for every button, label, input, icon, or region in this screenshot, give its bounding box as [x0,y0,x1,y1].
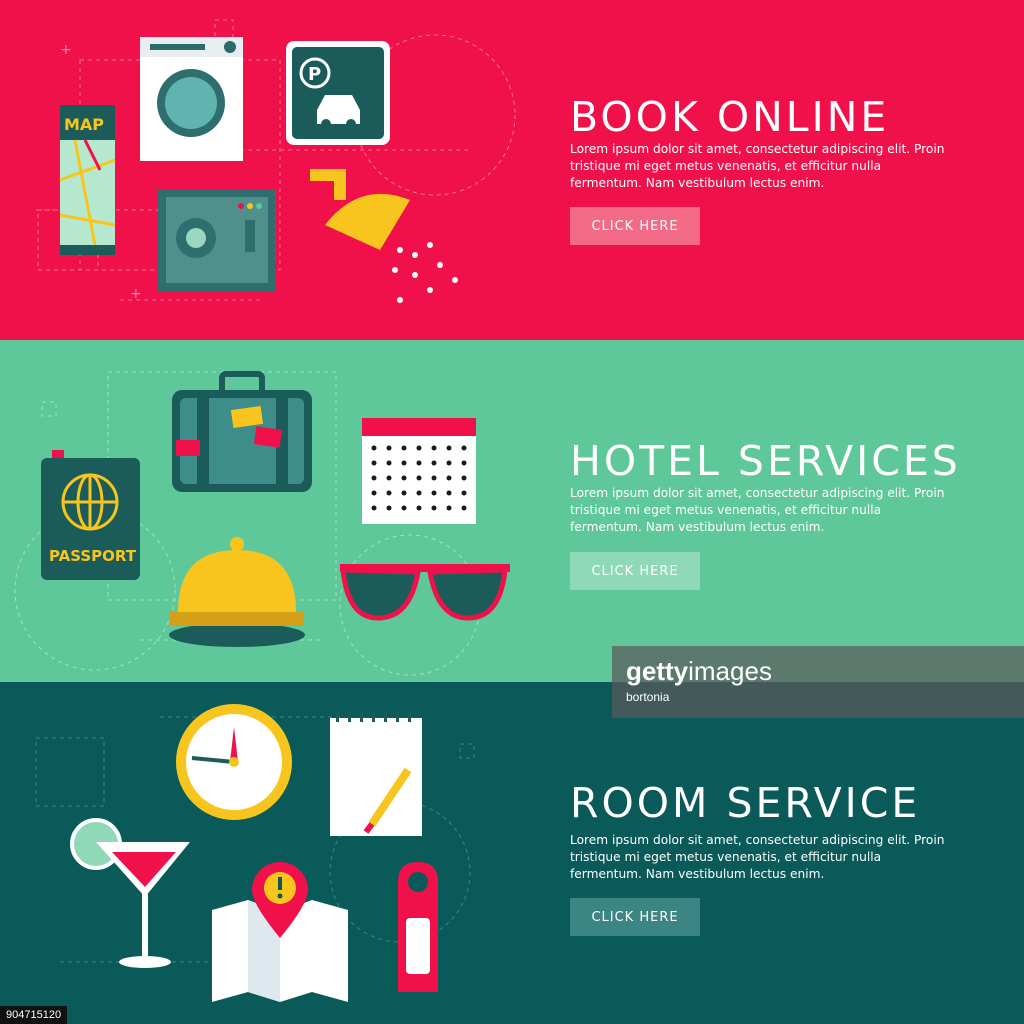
book-online-illustration: + + MAP P [36,19,516,303]
shower-icon [310,169,458,303]
sunglasses-icon [340,564,510,621]
safe-icon [158,189,276,291]
banner-description: Lorem ipsum dolor sit amet, consectetur … [570,833,945,882]
click-here-button[interactable]: CLICK HERE [570,898,700,936]
door-hanger-icon [398,862,438,992]
svg-text:+: + [130,286,142,302]
click-here-button[interactable]: CLICK HERE [570,207,700,245]
watermark-logo: gettyimages [626,656,772,686]
banner-hotel-services: PASSPORT HOTEL SERVICES Lorem ipsum dolo… [0,340,1024,682]
svg-text:P: P [308,64,321,85]
banner-title: ROOM SERVICE [570,779,921,828]
banner-title: HOTEL SERVICES [570,437,961,486]
svg-text:+: + [60,42,72,58]
notepad-icon [330,712,422,836]
image-id-label: 904715120 [0,1006,68,1024]
stock-watermark: gettyimages bortonia [612,646,1024,718]
washing-machine-icon [140,37,243,161]
banner-description: Lorem ipsum dolor sit amet, consectetur … [570,486,945,535]
passport-label: PASSPORT [49,547,137,565]
banner-description: Lorem ipsum dolor sit amet, consectetur … [570,142,945,191]
watermark-credit: bortonia [626,690,670,704]
banner-title: BOOK ONLINE [570,93,890,142]
clock-icon [176,704,292,820]
map-pin-icon [212,862,348,1002]
banner-book-online: + + MAP P BOOK ONLINE Lorem ipsum dolor … [0,0,1024,340]
map-label: MAP [64,115,104,134]
banner-room-service: ROOM SERVICE Lorem ipsum dolor sit amet,… [0,682,1024,1024]
parking-sign-icon: P [286,41,390,145]
calendar-icon [362,418,476,524]
cocktail-icon [70,818,190,968]
passport-icon: PASSPORT [41,450,140,580]
hotel-services-illustration: PASSPORT [14,371,510,676]
suitcase-icon [172,371,312,492]
click-here-button[interactable]: CLICK HERE [570,552,700,590]
room-service-illustration [35,704,475,1002]
service-bell-icon [169,537,305,647]
map-icon: MAP [59,105,116,255]
